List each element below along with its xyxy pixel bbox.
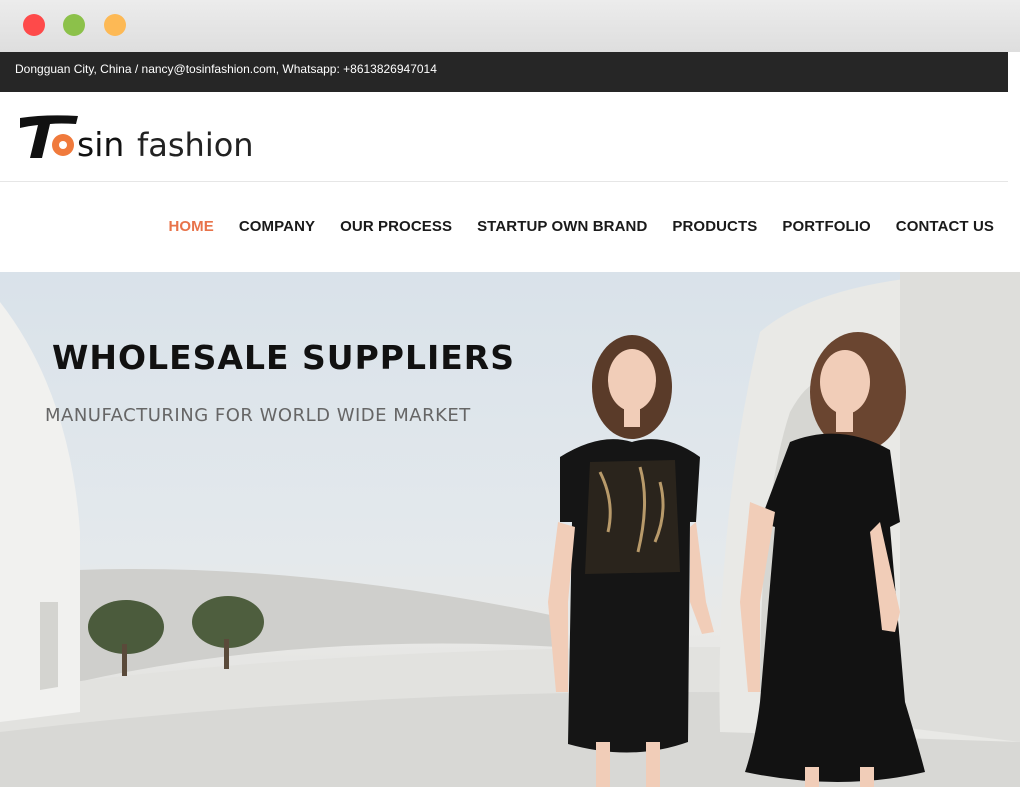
minimize-window-button[interactable] (63, 14, 85, 36)
site-header: sin fashion (0, 92, 1008, 182)
hero-subtitle: MANUFACTURING FOR WORLD WIDE MARKET (45, 405, 471, 426)
logo-fashion-text: fashion (137, 126, 254, 164)
nav-item-company[interactable]: COMPANY (239, 218, 315, 235)
nav-item-contact-us[interactable]: CONTACT US (896, 218, 994, 235)
nav-item-home[interactable]: HOME (168, 218, 213, 235)
logo-sin-text: sin (77, 125, 124, 164)
hero-banner: WHOLESALE SUPPLIERS MANUFACTURING FOR WO… (0, 272, 1020, 787)
top-contact-bar: Dongguan City, China / nancy@tosinfashio… (0, 52, 1008, 92)
main-navigation: HOME COMPANY OUR PROCESS STARTUP OWN BRA… (0, 183, 1008, 272)
close-window-button[interactable] (23, 14, 45, 36)
window-titlebar (0, 0, 1020, 52)
nav-item-our-process[interactable]: OUR PROCESS (340, 218, 452, 235)
hero-title: WHOLESALE SUPPLIERS (52, 338, 515, 377)
tosinfashion-logo[interactable]: sin fashion (16, 112, 266, 164)
contact-info-text: Dongguan City, China / nancy@tosinfashio… (15, 62, 437, 76)
maximize-window-button[interactable] (104, 14, 126, 36)
nav-item-portfolio[interactable]: PORTFOLIO (782, 218, 870, 235)
nav-item-startup-own-brand[interactable]: STARTUP OWN BRAND (477, 218, 647, 235)
nav-item-products[interactable]: PRODUCTS (672, 218, 757, 235)
nav-menu: HOME COMPANY OUR PROCESS STARTUP OWN BRA… (143, 218, 994, 235)
